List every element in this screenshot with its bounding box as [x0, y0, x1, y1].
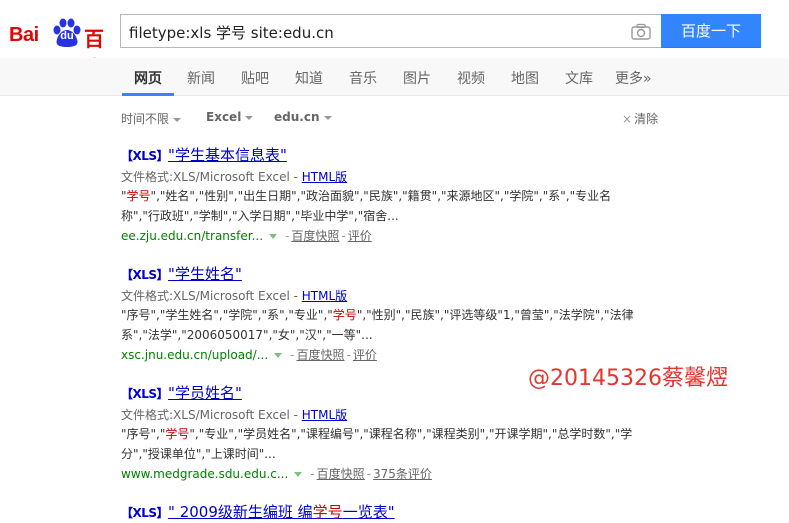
- abstract-highlight: 学号: [165, 427, 190, 441]
- snapshot-link[interactable]: 百度快照: [291, 229, 339, 243]
- html-version-link[interactable]: HTML版: [302, 408, 347, 422]
- separator: -: [341, 229, 346, 243]
- chevron-down-icon: [173, 117, 182, 122]
- tab-tieba[interactable]: 贴吧: [241, 68, 269, 88]
- format-label: 文件格式:XLS/Microsoft Excel -: [121, 170, 302, 184]
- result-title-link[interactable]: "学员姓名": [168, 384, 242, 402]
- search-box[interactable]: filetype:xls 学号 site:edu.cn: [120, 14, 661, 48]
- abstract-text: "序号","学生姓名","学院","系","专业",": [121, 308, 333, 322]
- filter-time[interactable]: 时间不限: [121, 110, 182, 127]
- tab-news[interactable]: 新闻: [187, 68, 215, 88]
- separator: -: [346, 348, 351, 362]
- abstract-text: "序号",": [121, 427, 166, 441]
- result-abstract: "序号","学号","专业","学员姓名","课程编号","课程名称","课程类…: [121, 424, 641, 464]
- result-format: 文件格式:XLS/Microsoft Excel - HTML版: [121, 168, 681, 185]
- chevron-down-icon: [323, 115, 332, 120]
- format-label: 文件格式:XLS/Microsoft Excel -: [121, 408, 302, 422]
- watermark-text: @20145326蔡馨熤: [528, 366, 728, 391]
- filter-site-label: edu.cn: [274, 110, 320, 124]
- result-title: 【XLS】"学生姓名": [121, 263, 681, 283]
- search-result: 【XLS】"学员姓名" 文件格式:XLS/Microsoft Excel - H…: [121, 382, 681, 482]
- result-format: 文件格式:XLS/Microsoft Excel - HTML版: [121, 406, 681, 423]
- clear-label: 清除: [634, 112, 659, 126]
- result-format: 文件格式:XLS/Microsoft Excel - HTML版: [121, 287, 681, 304]
- abstract-text: ","姓名","性别","出生日期","政治面貌","民族","籍贯","来源地…: [121, 189, 612, 223]
- filetype-tag: 【XLS】: [121, 506, 169, 520]
- result-footer: www.medgrade.sdu.edu.c... - 百度快照 -375条评价: [121, 465, 681, 482]
- tab-music[interactable]: 音乐: [349, 68, 377, 88]
- filetype-tag: 【XLS】: [121, 149, 169, 163]
- abstract-text: ","专业","学员姓名","课程编号","课程名称","课程类别","开课学期…: [121, 427, 633, 461]
- filetype-tag: 【XLS】: [121, 387, 169, 401]
- result-url[interactable]: ee.zju.edu.cn/transfer...: [121, 229, 263, 243]
- camera-icon[interactable]: [631, 23, 651, 40]
- abstract-highlight: 学号: [332, 308, 357, 322]
- result-title: 【XLS】" 2009级新生编班 编学号一览表": [121, 501, 681, 521]
- separator: -: [290, 348, 295, 362]
- result-title-link[interactable]: " 2009级新生编班 编学号一览表": [168, 503, 395, 521]
- result-title-link[interactable]: "学生姓名": [168, 265, 242, 283]
- separator: -: [310, 467, 315, 481]
- tab-map[interactable]: 地图: [511, 68, 539, 88]
- result-title: 【XLS】"学生基本信息表": [121, 144, 681, 164]
- search-result: 【XLS】"学生姓名" 文件格式:XLS/Microsoft Excel - H…: [121, 263, 681, 363]
- html-version-link[interactable]: HTML版: [302, 289, 347, 303]
- snapshot-link[interactable]: 百度快照: [297, 348, 345, 362]
- logo-text-bai: Bai: [9, 24, 39, 46]
- title-highlight: 学号: [312, 503, 343, 521]
- chevron-down-icon[interactable]: [274, 353, 283, 358]
- tab-more[interactable]: 更多»: [615, 68, 652, 88]
- title-text: " 2009级新生编班 编: [168, 503, 313, 521]
- active-tab-indicator: [122, 93, 174, 96]
- result-abstract: "学号","姓名","性别","出生日期","政治面貌","民族","籍贯","…: [121, 186, 641, 226]
- tab-video[interactable]: 视频: [457, 68, 485, 88]
- tab-wenku[interactable]: 文库: [565, 68, 593, 88]
- result-url[interactable]: xsc.jnu.edu.cn/upload/...: [121, 348, 268, 362]
- search-button[interactable]: 百度一下: [661, 14, 761, 48]
- tab-images[interactable]: 图片: [403, 68, 431, 88]
- baidu-logo[interactable]: Bai du 百度: [9, 10, 119, 80]
- nav-tabs: 网页 新闻 贴吧 知道 音乐 图片 视频 地图 文库 更多»: [0, 58, 789, 96]
- close-icon: ×: [622, 112, 633, 126]
- result-title-link[interactable]: "学生基本信息表": [168, 146, 287, 164]
- separator: -: [366, 467, 372, 481]
- search-input[interactable]: filetype:xls 学号 site:edu.cn: [129, 22, 334, 43]
- search-result: 【XLS】" 2009级新生编班 编学号一览表": [121, 501, 681, 521]
- chevron-down-icon[interactable]: [294, 472, 303, 477]
- review-link[interactable]: 评价: [348, 229, 372, 243]
- filter-filetype[interactable]: Excel: [206, 110, 254, 124]
- snapshot-link[interactable]: 百度快照: [317, 467, 365, 481]
- abstract-highlight: 学号: [126, 189, 151, 203]
- logo-text-du: du: [60, 30, 74, 42]
- result-footer: ee.zju.edu.cn/transfer... - 百度快照 - 评价: [121, 227, 681, 244]
- title-text: 一览表": [342, 503, 395, 521]
- tab-zhidao[interactable]: 知道: [295, 68, 323, 88]
- chevron-down-icon[interactable]: [269, 234, 278, 239]
- result-url[interactable]: www.medgrade.sdu.edu.c...: [121, 467, 288, 481]
- filter-site[interactable]: edu.cn: [274, 110, 332, 124]
- review-link[interactable]: 375条评价: [373, 467, 432, 481]
- filter-time-label: 时间不限: [121, 112, 170, 126]
- filter-filetype-label: Excel: [206, 110, 242, 124]
- chevron-down-icon: [245, 115, 254, 120]
- review-link[interactable]: 评价: [353, 348, 377, 362]
- filetype-tag: 【XLS】: [121, 268, 169, 282]
- html-version-link[interactable]: HTML版: [302, 170, 347, 184]
- separator: -: [285, 229, 290, 243]
- search-result: 【XLS】"学生基本信息表" 文件格式:XLS/Microsoft Excel …: [121, 144, 681, 244]
- tab-web[interactable]: 网页: [134, 68, 162, 88]
- format-label: 文件格式:XLS/Microsoft Excel -: [121, 289, 302, 303]
- result-abstract: "序号","学生姓名","学院","系","专业","学号","性别","民族"…: [121, 305, 641, 345]
- clear-filters-button[interactable]: × 清除: [622, 110, 658, 127]
